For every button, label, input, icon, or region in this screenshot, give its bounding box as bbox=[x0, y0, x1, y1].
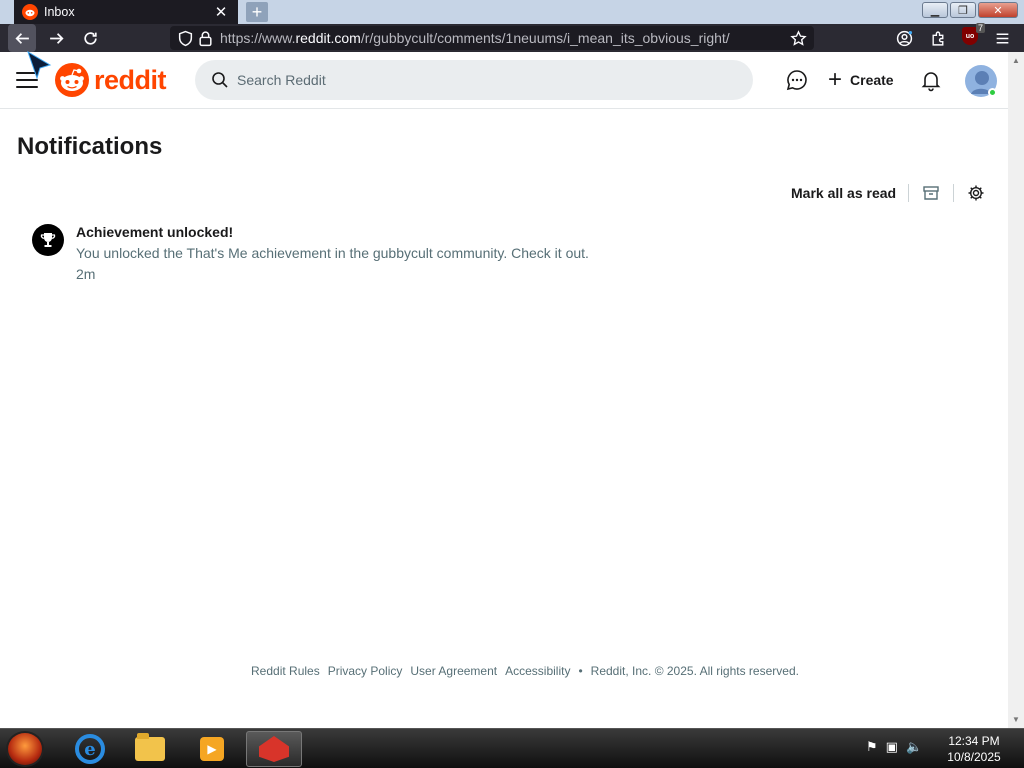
search-bar[interactable] bbox=[195, 60, 753, 100]
archive-icon[interactable] bbox=[921, 183, 941, 203]
start-button[interactable] bbox=[6, 731, 44, 767]
notification-item[interactable]: Achievement unlocked! You unlocked the T… bbox=[32, 223, 632, 283]
minimize-button[interactable]: ▁ bbox=[922, 2, 948, 18]
extension-badge-count: 7 bbox=[975, 23, 985, 33]
volume-muted-icon[interactable]: 🔈 bbox=[906, 739, 922, 755]
trophy-icon bbox=[32, 224, 64, 256]
notification-title: Achievement unlocked! bbox=[76, 224, 234, 240]
bell-icon bbox=[921, 72, 941, 92]
browser-tab-bar: Inbox ✕ + ▁ ❐ ✕ bbox=[0, 0, 1024, 24]
taskbar-ie[interactable]: e bbox=[62, 731, 118, 767]
toolbar-right: uo 7 bbox=[890, 23, 1016, 52]
taskbar-explorer[interactable] bbox=[122, 731, 178, 767]
footer-link-rules[interactable]: Reddit Rules bbox=[251, 664, 320, 678]
browser-tab-inbox[interactable]: Inbox ✕ bbox=[14, 0, 238, 24]
browser-nav-bar: https://www.reddit.com/r/gubbycult/comme… bbox=[0, 23, 1024, 52]
footer-link-privacy[interactable]: Privacy Policy bbox=[328, 664, 403, 678]
arrow-right-icon bbox=[49, 32, 64, 44]
forward-button[interactable] bbox=[42, 24, 70, 52]
search-input[interactable] bbox=[237, 72, 717, 88]
page-scrollbar[interactable]: ▲ ▼ bbox=[1008, 52, 1024, 728]
create-label: Create bbox=[850, 72, 894, 88]
page-footer: Reddit Rules Privacy Policy User Agreeme… bbox=[251, 664, 799, 678]
snoo-icon bbox=[55, 63, 89, 97]
taskbar-browser[interactable] bbox=[246, 731, 302, 767]
new-tab-button[interactable]: + bbox=[246, 2, 268, 22]
taskbar-clock[interactable]: 12:34 PM 10/8/2025 bbox=[944, 733, 1004, 765]
clock-time: 12:34 PM bbox=[948, 734, 1000, 748]
os-taskbar: e ▶ ⚑ ▣ 🔈 12:34 PM 10/8/2025 bbox=[0, 728, 1024, 768]
account-icon[interactable] bbox=[890, 24, 918, 52]
flag-icon[interactable]: ⚑ bbox=[866, 739, 878, 755]
reddit-favicon-icon bbox=[22, 4, 38, 20]
reload-icon bbox=[83, 31, 97, 45]
url-text: https://www.reddit.com/r/gubbycult/comme… bbox=[220, 30, 730, 46]
notification-actions: Mark all as read bbox=[791, 181, 986, 205]
network-icon[interactable]: ▣ bbox=[886, 739, 898, 755]
footer-bullet: • bbox=[578, 664, 583, 678]
url-bar[interactable]: https://www.reddit.com/r/gubbycult/comme… bbox=[170, 26, 814, 50]
plus-icon: + bbox=[828, 66, 843, 93]
arrow-left-icon bbox=[14, 32, 29, 44]
extensions-puzzle-icon[interactable] bbox=[924, 24, 952, 52]
notification-body: You unlocked the That's Me achievement i… bbox=[76, 245, 589, 261]
mark-all-read-button[interactable]: Mark all as read bbox=[791, 185, 896, 201]
media-player-icon: ▶ bbox=[200, 737, 224, 761]
tab-title: Inbox bbox=[44, 5, 75, 19]
back-button[interactable] bbox=[8, 24, 36, 52]
taskbar-media-player[interactable]: ▶ bbox=[184, 731, 240, 767]
notification-time: 2m bbox=[76, 266, 96, 282]
system-tray: ⚑ ▣ 🔈 bbox=[866, 739, 922, 755]
close-window-button[interactable]: ✕ bbox=[978, 2, 1018, 18]
notifications-button[interactable] bbox=[919, 66, 945, 94]
window-controls: ▁ ❐ ✕ bbox=[922, 2, 1018, 18]
reddit-logo[interactable]: reddit bbox=[55, 63, 167, 97]
footer-copyright: Reddit, Inc. © 2025. All rights reserved… bbox=[590, 664, 799, 678]
divider bbox=[908, 184, 910, 202]
online-status-dot bbox=[988, 88, 997, 97]
mouse-cursor-icon bbox=[27, 50, 52, 80]
footer-link-agreement[interactable]: User Agreement bbox=[410, 664, 497, 678]
tab-close-icon[interactable]: ✕ bbox=[212, 3, 230, 21]
clock-date: 10/8/2025 bbox=[947, 750, 1001, 764]
ublock-extension-icon[interactable]: uo 7 bbox=[958, 23, 985, 48]
footer-link-accessibility[interactable]: Accessibility bbox=[505, 664, 570, 678]
shield-icon[interactable] bbox=[176, 29, 194, 47]
chat-bubble-icon bbox=[786, 70, 807, 91]
folder-icon bbox=[135, 733, 165, 761]
reload-button[interactable] bbox=[76, 24, 104, 52]
scroll-up-arrow-icon[interactable]: ▲ bbox=[1012, 56, 1020, 65]
lock-icon[interactable] bbox=[196, 29, 214, 47]
chat-button[interactable] bbox=[785, 66, 811, 94]
menu-hamburger-icon[interactable] bbox=[988, 24, 1016, 52]
user-avatar[interactable] bbox=[964, 64, 998, 98]
logo-wordmark: reddit bbox=[94, 64, 167, 95]
settings-gear-icon[interactable] bbox=[966, 183, 986, 203]
browser-app-icon bbox=[259, 736, 289, 762]
create-button[interactable]: + Create bbox=[828, 66, 894, 94]
internet-explorer-icon: e bbox=[75, 734, 105, 764]
scroll-down-arrow-icon[interactable]: ▼ bbox=[1012, 715, 1020, 724]
reddit-header: reddit + Create bbox=[0, 52, 1008, 109]
divider bbox=[953, 184, 955, 202]
page-title: Notifications bbox=[17, 133, 163, 160]
search-icon bbox=[212, 72, 228, 88]
bookmark-star-icon[interactable] bbox=[784, 24, 812, 52]
maximize-button[interactable]: ❐ bbox=[950, 2, 976, 18]
